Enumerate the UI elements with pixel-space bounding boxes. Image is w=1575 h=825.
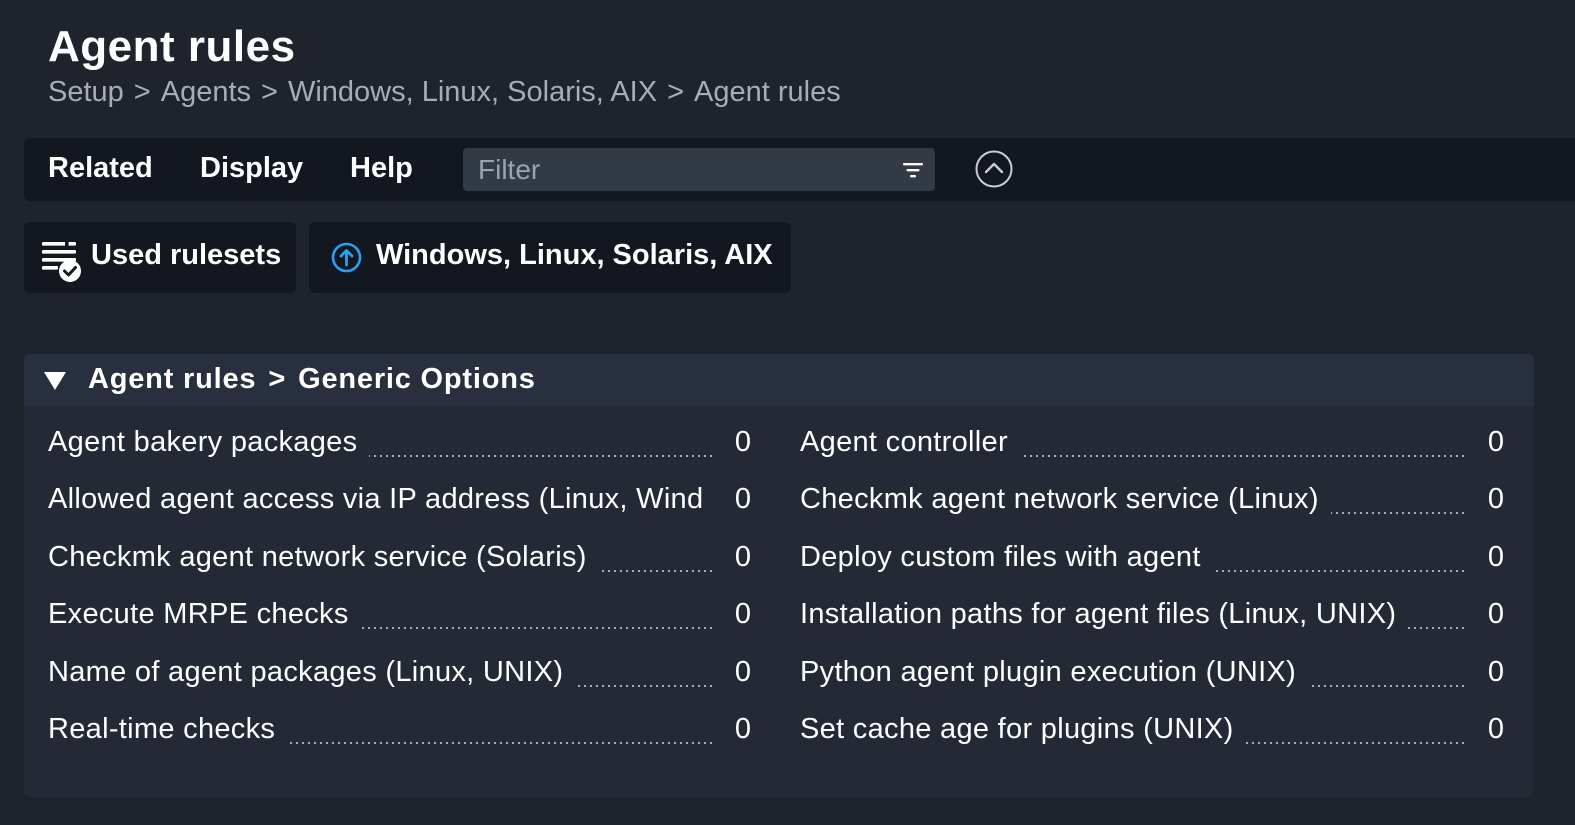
- rule-name[interactable]: Set cache age for plugins (UNIX): [800, 713, 1246, 746]
- rule-name[interactable]: Checkmk agent network service (Solaris): [48, 540, 599, 574]
- rule-row[interactable]: Execute MRPE checks 0: [48, 598, 751, 638]
- rule-count[interactable]: 0: [1488, 541, 1504, 574]
- breadcrumb-windows-linux-solaris-aix[interactable]: Windows, Linux, Solaris, AIX: [288, 76, 657, 108]
- section-title-separator: >: [268, 363, 287, 395]
- collapse-menu-icon[interactable]: [975, 150, 1013, 188]
- collapse-triangle-icon[interactable]: [44, 372, 66, 390]
- parent-folder-button[interactable]: Windows, Linux, Solaris, AIX: [309, 222, 791, 293]
- rule-count[interactable]: 0: [735, 656, 751, 689]
- filter-box: [463, 148, 935, 191]
- rule-row[interactable]: Agent bakery packages 0: [48, 426, 751, 466]
- rule-name[interactable]: Checkmk agent network service (Linux): [800, 483, 1331, 517]
- rule-count[interactable]: 0: [1488, 598, 1504, 631]
- menu-help[interactable]: Help: [350, 152, 413, 185]
- rule-count[interactable]: 0: [1488, 656, 1504, 689]
- used-rulesets-button[interactable]: Used rulesets: [24, 222, 296, 293]
- agent-rules-page: Agent rules Setup > Agents > Windows, Linux,…: [0, 0, 1575, 825]
- rule-count[interactable]: 0: [1488, 713, 1504, 746]
- rule-row[interactable]: Real-time checks 0: [48, 713, 751, 753]
- section-title-part: Agent rules: [88, 363, 257, 395]
- parent-folder-label: Windows, Linux, Solaris, AIX: [376, 239, 773, 271]
- ruleset-check-icon: [42, 240, 81, 282]
- rule-name[interactable]: Name of agent packages (Linux, UNIX): [48, 655, 576, 689]
- rule-row[interactable]: Allowed agent access via IP address (Lin…: [48, 483, 751, 523]
- rule-count[interactable]: 0: [1488, 483, 1504, 516]
- used-rulesets-label: Used rulesets: [91, 239, 282, 271]
- rule-name[interactable]: Execute MRPE checks: [48, 598, 361, 632]
- section-title: Agent rules > Generic Options: [88, 363, 536, 396]
- rule-name[interactable]: Real-time checks: [48, 713, 288, 746]
- filter-input[interactable]: [463, 148, 883, 191]
- rule-count[interactable]: 0: [1488, 426, 1504, 459]
- rule-count[interactable]: 0: [735, 713, 751, 746]
- rule-row[interactable]: Set cache age for plugins (UNIX) 0: [800, 713, 1504, 753]
- rule-count[interactable]: 0: [735, 598, 751, 631]
- breadcrumb-separator: >: [667, 76, 685, 108]
- rule-name[interactable]: Installation paths for agent files (Linu…: [800, 598, 1409, 632]
- breadcrumb-setup[interactable]: Setup: [48, 76, 124, 108]
- arrow-up-circle-icon: [331, 242, 362, 273]
- rule-row[interactable]: Deploy custom files with agent 0: [800, 540, 1504, 581]
- section-header[interactable]: Agent rules > Generic Options: [24, 354, 1534, 406]
- filter-icon[interactable]: [901, 158, 925, 182]
- rule-row[interactable]: Installation paths for agent files (Linu…: [800, 598, 1504, 638]
- generic-options-section: Agent rules > Generic Options Agent bakery…: [24, 354, 1534, 797]
- rule-name[interactable]: Allowed agent access via IP address (Lin…: [48, 483, 716, 517]
- page-title: Agent rules: [48, 22, 296, 71]
- breadcrumb-agents[interactable]: Agents: [161, 76, 251, 108]
- breadcrumb-agent-rules[interactable]: Agent rules: [694, 76, 841, 108]
- rule-row[interactable]: Python agent plugin execution (UNIX) 0: [800, 655, 1504, 696]
- section-title-part: Generic Options: [298, 363, 536, 395]
- page-menu-bar: Related Display Help: [24, 138, 1575, 201]
- rule-row[interactable]: Checkmk agent network service (Solaris) 0: [48, 540, 751, 581]
- rule-name[interactable]: Agent controller: [800, 426, 1020, 459]
- rule-count[interactable]: 0: [735, 541, 751, 574]
- rule-count[interactable]: 0: [735, 426, 751, 459]
- rule-name[interactable]: Agent bakery packages: [48, 426, 370, 459]
- rule-row[interactable]: Agent controller 0: [800, 426, 1504, 466]
- rule-name[interactable]: Deploy custom files with agent: [800, 540, 1213, 574]
- rule-name[interactable]: Python agent plugin execution (UNIX): [800, 655, 1309, 689]
- rule-row[interactable]: Checkmk agent network service (Linux) 0: [800, 483, 1504, 523]
- breadcrumb-separator: >: [133, 76, 151, 108]
- breadcrumb-separator: >: [261, 76, 278, 108]
- rule-row[interactable]: Name of agent packages (Linux, UNIX) 0: [48, 655, 751, 696]
- menu-display[interactable]: Display: [200, 152, 303, 185]
- breadcrumb: Setup > Agents > Windows, Linux, Solaris, AI…: [48, 76, 841, 109]
- menu-related[interactable]: Related: [48, 152, 153, 185]
- rule-count[interactable]: 0: [735, 483, 751, 516]
